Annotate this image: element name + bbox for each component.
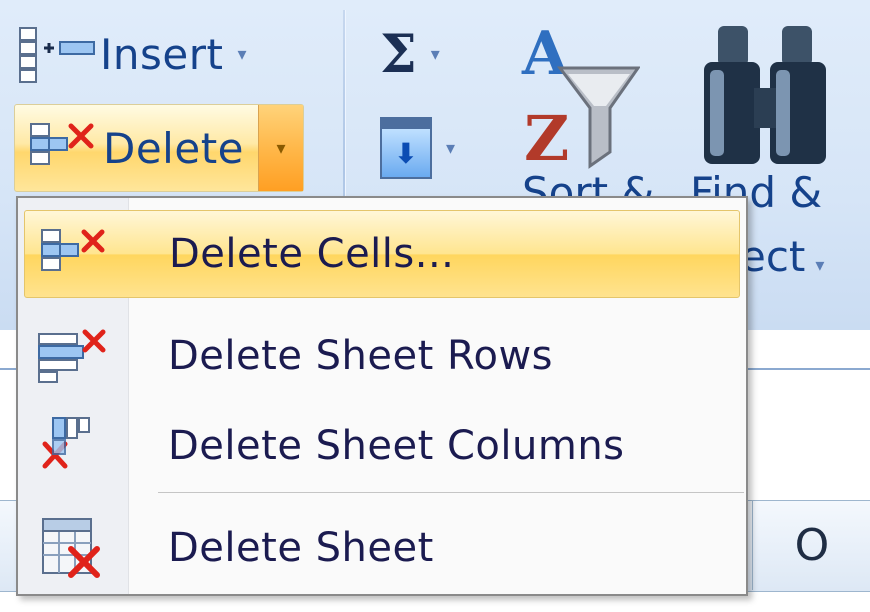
delete-button[interactable]: Delete ▾ (14, 104, 304, 192)
delete-cells-icon (41, 229, 105, 271)
find-select-label-line2[interactable]: ect ▾ (740, 232, 824, 281)
menu-item-label: Delete Sheet Rows (168, 333, 554, 379)
chevron-down-icon: ▾ (276, 137, 286, 159)
menu-item-label: Delete Sheet Columns (168, 423, 625, 469)
delete-cells-icon (30, 123, 94, 165)
sort-filter-icon[interactable]: A Z (520, 22, 640, 172)
menu-item-delete-sheet-columns[interactable]: Delete Sheet Columns (24, 402, 740, 490)
menu-item-label: Delete Sheet (168, 525, 434, 571)
find-select-dropdown-arrow: ▾ (815, 255, 825, 276)
delete-columns-icon (42, 417, 90, 469)
delete-dropdown-menu: Delete Cells... Delete Sheet Rows Delete (16, 196, 748, 596)
menu-separator (158, 492, 744, 493)
insert-dropdown-arrow[interactable]: ▾ (237, 44, 246, 65)
column-header-o[interactable]: O (752, 500, 870, 590)
fill-down-icon: ⬇ (380, 117, 432, 179)
menu-item-delete-sheet-rows[interactable]: Delete Sheet Rows (24, 312, 740, 400)
delete-sheet-icon (42, 518, 100, 578)
insert-label: Insert (100, 29, 224, 79)
delete-button-main[interactable]: Delete (15, 105, 269, 191)
autosum-dropdown-arrow[interactable]: ▾ (431, 44, 440, 65)
delete-label: Delete (103, 123, 244, 173)
svg-text:A: A (521, 22, 570, 89)
fill-dropdown-arrow[interactable]: ▾ (446, 138, 455, 159)
svg-text:Z: Z (524, 102, 569, 172)
menu-item-label: Delete Cells... (169, 231, 455, 277)
delete-rows-icon (38, 329, 106, 383)
autosum-button[interactable]: Σ ▾ (380, 22, 440, 86)
menu-item-delete-cells[interactable]: Delete Cells... (24, 210, 740, 298)
delete-dropdown-button[interactable]: ▾ (258, 105, 303, 191)
sigma-icon: Σ (380, 23, 417, 85)
fill-button[interactable]: ⬇ ▾ (380, 112, 455, 184)
binoculars-icon[interactable] (690, 18, 840, 178)
insert-button[interactable]: Insert ▾ (14, 22, 247, 86)
menu-item-delete-sheet[interactable]: Delete Sheet (24, 504, 740, 592)
select-label-text: ect (740, 232, 806, 281)
insert-cells-icon (19, 27, 95, 83)
